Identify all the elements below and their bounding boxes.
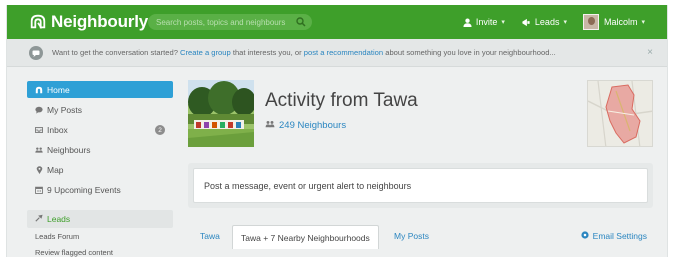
sidebar-item-events[interactable]: 9 Upcoming Events: [27, 180, 173, 200]
sidebar-section-leads[interactable]: Leads: [27, 210, 173, 228]
close-icon[interactable]: ×: [647, 47, 653, 58]
search-box[interactable]: [148, 14, 312, 30]
megaphone-icon: [522, 18, 530, 26]
brand-logo[interactable]: Neighbourly: [29, 12, 148, 32]
chevron-down-icon: ▾: [563, 19, 567, 26]
app-frame: Neighbourly Invite ▾ Leads ▾: [6, 5, 668, 257]
announcement-bar: Want to get the conversation started? Cr…: [7, 39, 667, 67]
neighbours-count: 249 Neighbours: [279, 120, 347, 131]
chat-bubble-icon: [29, 46, 43, 60]
sidebar-item-inbox[interactable]: Inbox 2: [27, 120, 173, 140]
invite-label: Invite: [475, 17, 498, 27]
sidebar-item-label: Home: [47, 84, 70, 95]
sidebar-item-my-posts[interactable]: My Posts: [27, 100, 173, 120]
announcement-text: Want to get the conversation started? Cr…: [52, 48, 556, 57]
sidebar-item-leads-forum[interactable]: Leads Forum: [27, 228, 173, 244]
speech-icon: [35, 106, 43, 114]
tab-my-posts[interactable]: My Posts: [386, 225, 437, 247]
person-icon: [463, 18, 472, 27]
post-message-input[interactable]: Post a message, event or urgent alert to…: [193, 168, 648, 203]
sidebar-item-label: Inbox: [47, 125, 68, 135]
sidebar-item-label: Neighbours: [47, 145, 91, 155]
post-composer: Post a message, event or urgent alert to…: [188, 163, 653, 208]
search-icon[interactable]: [296, 17, 306, 27]
leads-label: Leads: [534, 17, 560, 27]
pin-icon: [35, 166, 43, 174]
sidebar-item-neighbours[interactable]: Neighbours: [27, 140, 173, 160]
top-navigation: Neighbourly Invite ▾ Leads ▾: [7, 5, 667, 39]
home-icon: [35, 86, 43, 94]
people-icon: [35, 146, 43, 154]
tab-tawa-nearby[interactable]: Tawa + 7 Nearby Neighbourhoods: [232, 225, 379, 249]
email-settings-link[interactable]: Email Settings: [581, 225, 647, 247]
calendar-icon: [35, 186, 43, 194]
gear-icon: [581, 231, 589, 241]
feed-tabs: Tawa Tawa + 7 Nearby Neighbourhoods My P…: [188, 225, 653, 257]
neighbourhood-map-thumbnail[interactable]: [587, 80, 653, 147]
neighbourhood-photo: [188, 80, 254, 147]
chevron-down-icon: ▾: [641, 19, 645, 26]
leads-menu[interactable]: Leads ▾: [521, 17, 567, 27]
neighbours-count-link[interactable]: 249 Neighbours: [265, 120, 346, 131]
invite-menu[interactable]: Invite ▾: [463, 17, 505, 27]
chevron-down-icon: ▾: [501, 19, 505, 26]
inbox-count-badge: 2: [155, 125, 165, 135]
inbox-icon: [35, 126, 43, 134]
avatar: [582, 14, 599, 30]
logo-icon: [30, 14, 46, 29]
megaphone-icon: [35, 214, 43, 224]
sidebar-item-map[interactable]: Map: [27, 160, 173, 180]
post-recommendation-link[interactable]: post a recommendation: [304, 48, 383, 57]
user-menu[interactable]: Malcolm ▾: [582, 14, 645, 30]
sidebar-item-label: My Posts: [47, 105, 82, 115]
email-settings-label: Email Settings: [592, 231, 647, 241]
user-name: Malcolm: [603, 17, 638, 27]
brand-name: Neighbourly: [51, 12, 148, 31]
sidebar-item-home[interactable]: Home: [27, 81, 173, 98]
sidebar-item-review-flagged[interactable]: Review flagged content: [27, 244, 173, 257]
page-title: Activity from Tawa: [265, 90, 418, 111]
search-input[interactable]: [156, 17, 292, 27]
create-group-link[interactable]: Create a group: [180, 48, 231, 57]
people-icon: [265, 120, 275, 131]
sidebar-item-label: Map: [47, 165, 64, 175]
sidebar: Home My Posts Inbox 2 Neighbours Map 9 U…: [27, 81, 173, 257]
sidebar-section-label: Leads: [47, 214, 71, 224]
tab-tawa[interactable]: Tawa: [192, 225, 228, 247]
sidebar-item-label: 9 Upcoming Events: [47, 185, 121, 195]
user-nav: Invite ▾ Leads ▾ Malcolm ▾: [447, 13, 645, 31]
